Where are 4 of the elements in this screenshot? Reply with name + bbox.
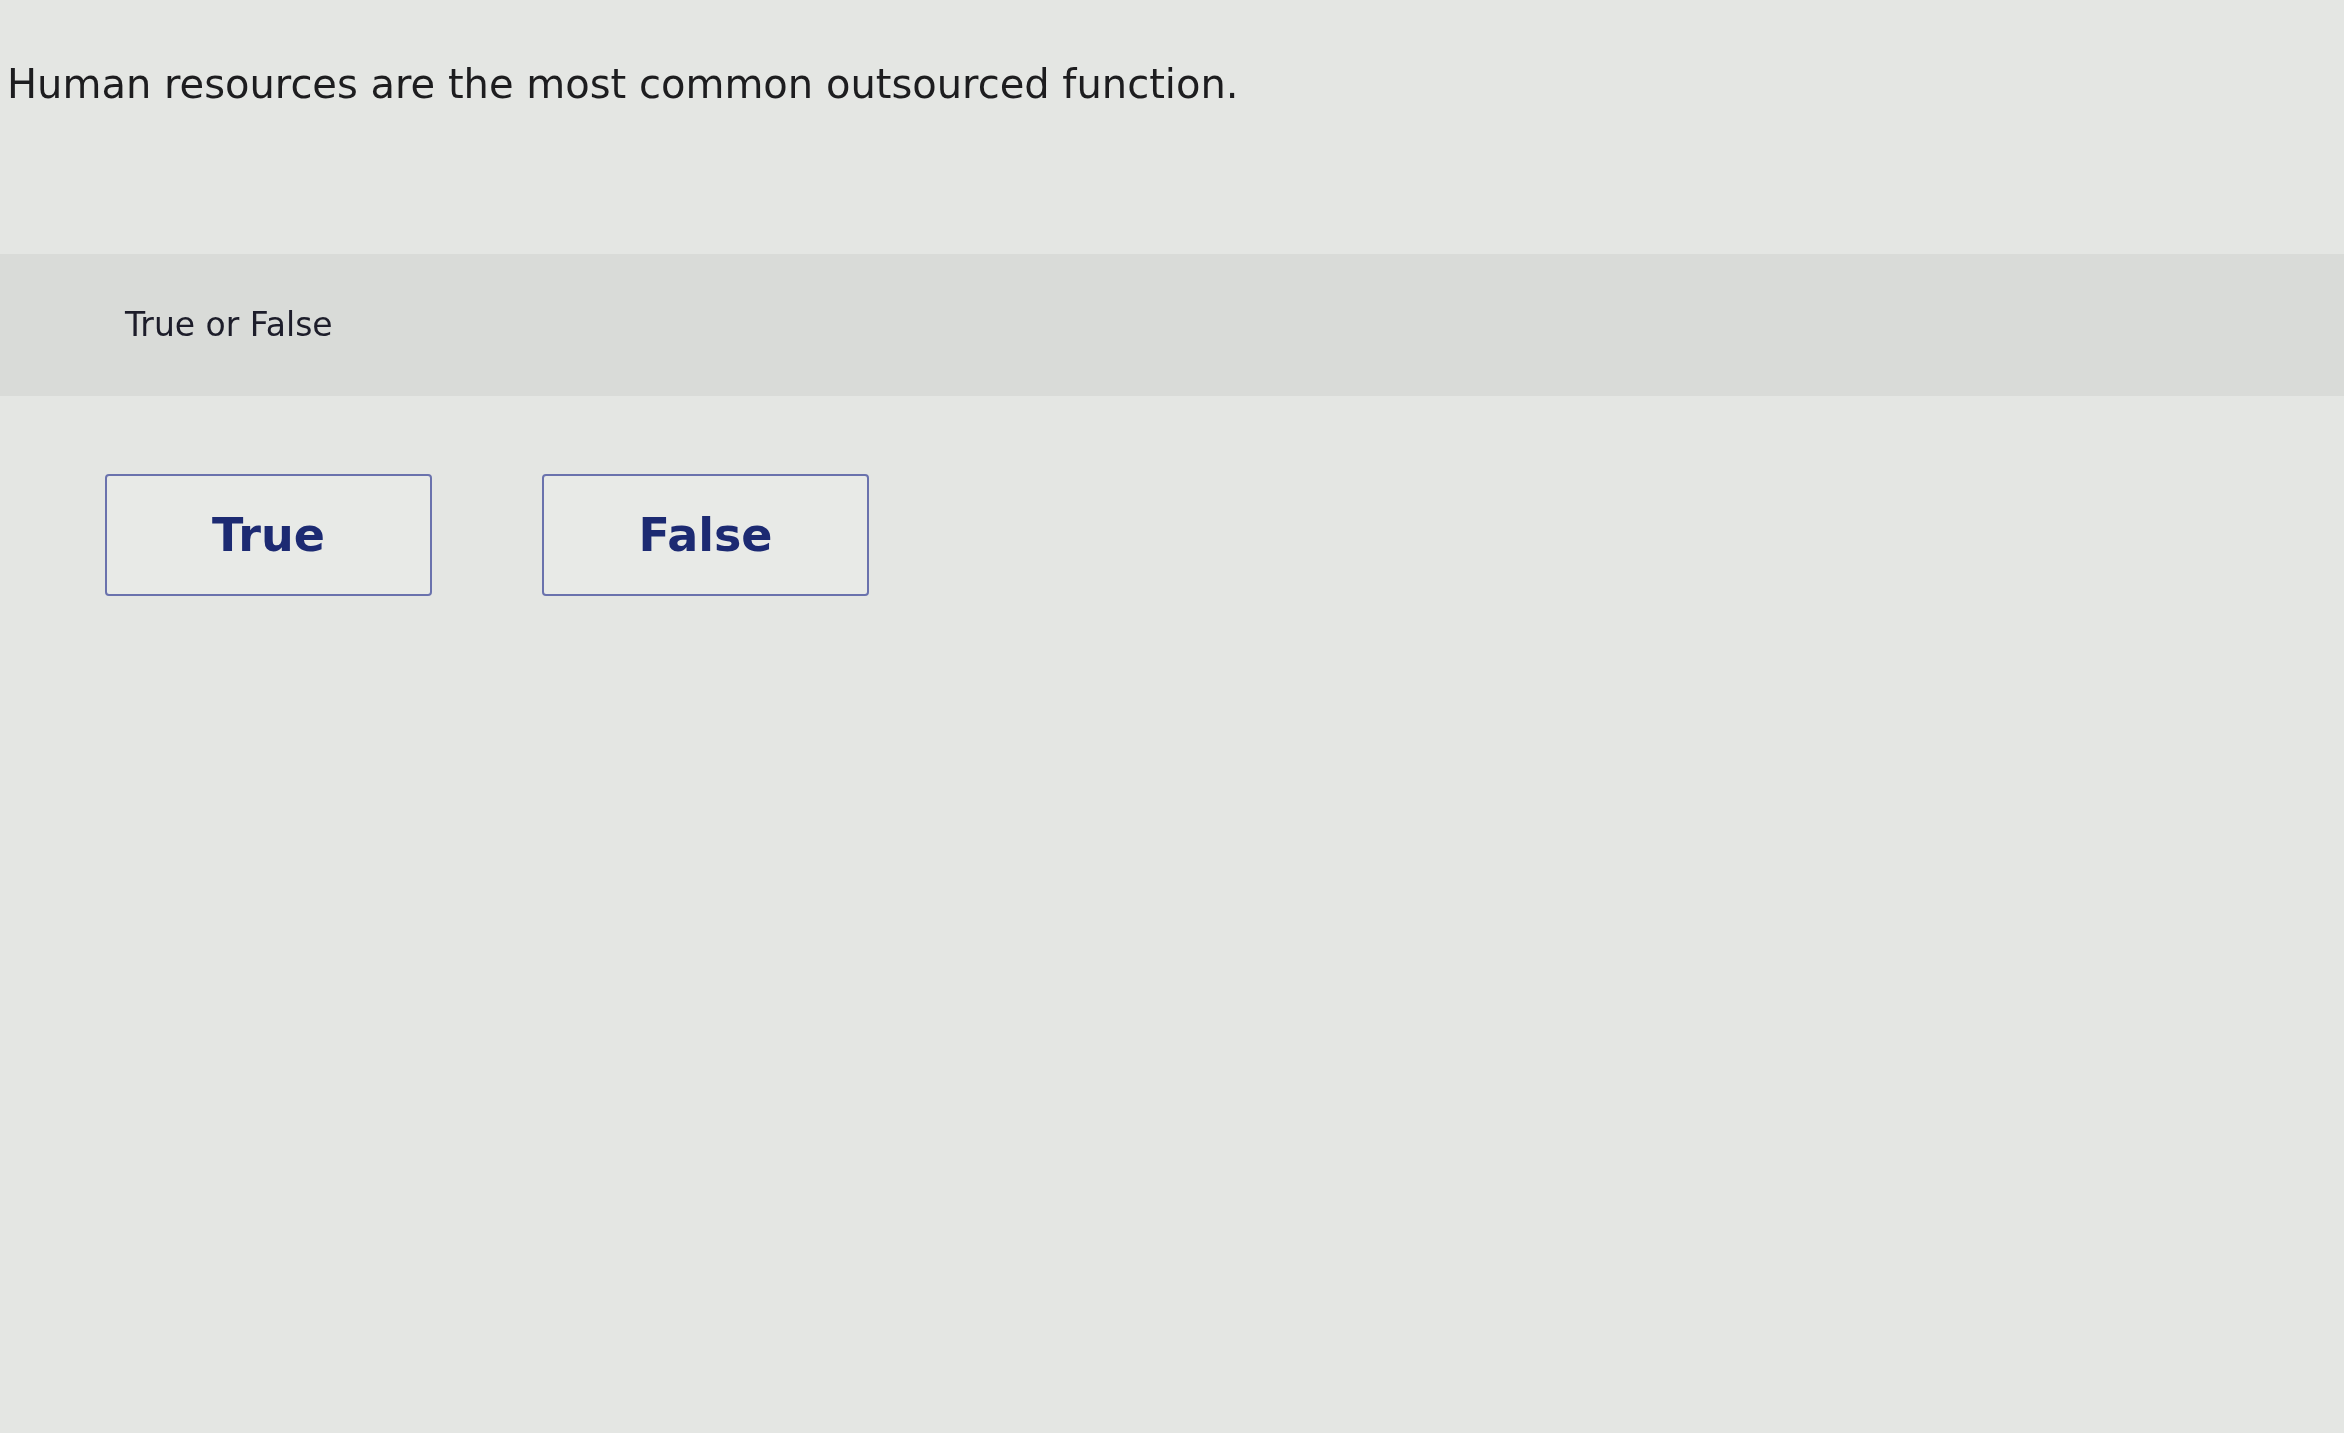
answer-option[interactable]: True xyxy=(105,474,432,596)
question-text: Human resources are the most common outsourced function. xyxy=(6,60,1239,109)
prompt-label: True or False xyxy=(125,304,333,346)
answer-option[interactable]: False xyxy=(542,474,869,596)
